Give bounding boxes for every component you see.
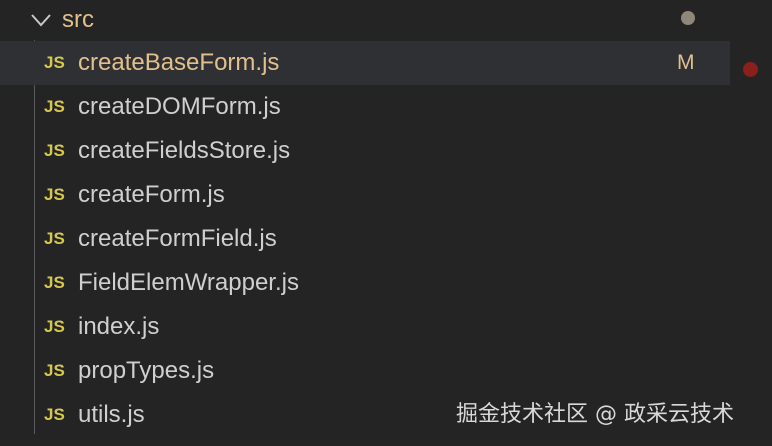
js-file-icon: JS (44, 229, 65, 248)
file-label: createForm.js (78, 181, 225, 208)
js-file-icon: JS (44, 141, 65, 160)
file-row-propTypes[interactable]: JS propTypes.js (0, 349, 730, 393)
file-label: createFormField.js (78, 225, 277, 252)
file-row-index[interactable]: JS index.js (0, 305, 730, 349)
file-row-createFieldsStore[interactable]: JS createFieldsStore.js (0, 129, 730, 173)
file-label: createBaseForm.js (78, 49, 280, 76)
file-row-createFormField[interactable]: JS createFormField.js (0, 217, 730, 261)
chevron-down-icon[interactable] (30, 9, 52, 31)
git-modified-badge: M (677, 51, 695, 74)
file-row-createBaseForm[interactable]: JS createBaseForm.js M (0, 41, 730, 85)
file-label: propTypes.js (78, 357, 215, 384)
folder-src[interactable]: src (0, 0, 730, 40)
js-file-icon: JS (44, 317, 65, 336)
folder-status-dot (681, 11, 695, 25)
watermark: 掘金技术社区 @ 政采云技术 (456, 402, 734, 427)
file-label: createFieldsStore.js (78, 137, 291, 164)
js-file-icon: JS (44, 405, 65, 424)
js-file-icon: JS (44, 97, 65, 116)
js-file-icon: JS (44, 185, 65, 204)
scrollbar-marker (743, 62, 758, 77)
file-explorer: src JS createBaseForm.js M JS createDOMF… (0, 0, 772, 446)
file-row-createDOMForm[interactable]: JS createDOMForm.js (0, 85, 730, 129)
js-file-icon: JS (44, 53, 65, 72)
file-row-FieldElemWrapper[interactable]: JS FieldElemWrapper.js (0, 261, 730, 305)
js-file-icon: JS (44, 273, 65, 292)
js-file-icon: JS (44, 361, 65, 380)
file-label: FieldElemWrapper.js (78, 269, 299, 296)
file-label: index.js (78, 313, 160, 340)
file-label: utils.js (78, 401, 145, 428)
folder-label: src (62, 6, 94, 33)
file-label: createDOMForm.js (78, 93, 281, 120)
file-row-createForm[interactable]: JS createForm.js (0, 173, 730, 217)
